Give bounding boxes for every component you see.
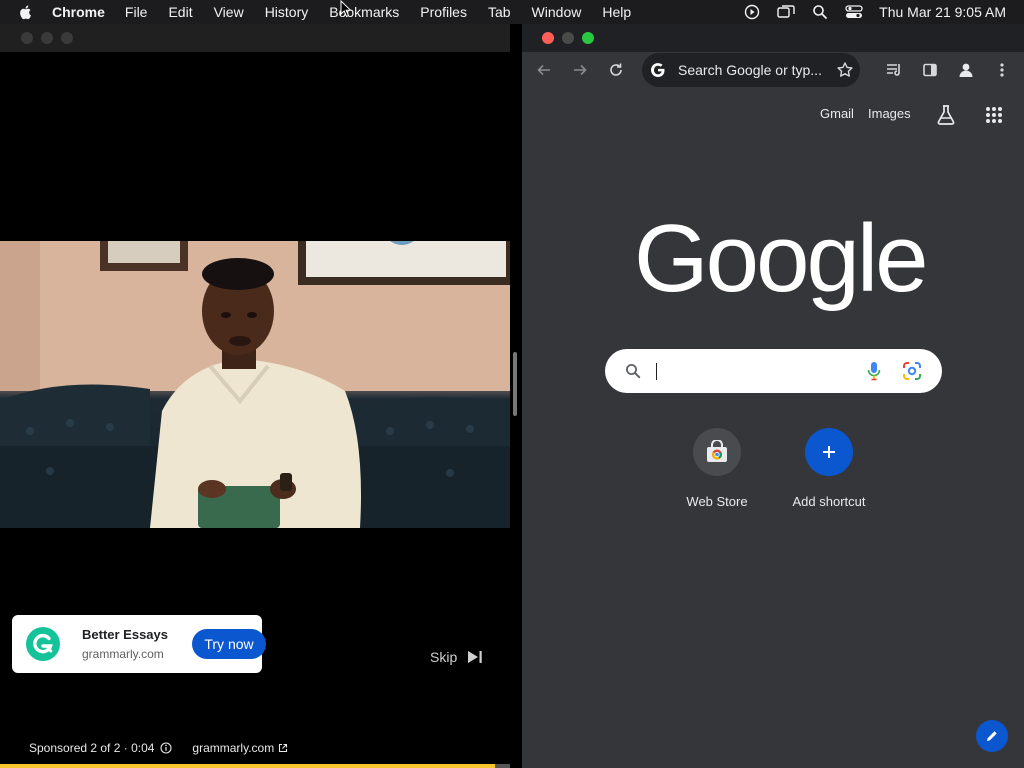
shortcut-add[interactable]: Add shortcut — [779, 428, 879, 509]
macos-menu-bar: Chrome File Edit View History Bookmarks … — [0, 0, 1024, 24]
profile-avatar-icon — [959, 63, 973, 77]
bookmark-star-icon[interactable] — [836, 61, 854, 79]
google-lens-icon[interactable] — [902, 361, 922, 381]
menu-window[interactable]: Window — [532, 4, 582, 20]
external-link-icon[interactable] — [278, 743, 288, 753]
shortcut-label: Add shortcut — [792, 494, 866, 509]
omnibox[interactable]: Search Google or typ... — [642, 53, 860, 87]
reload-button[interactable] — [606, 60, 626, 80]
menu-bar-clock[interactable]: Thu Mar 21 9:05 AM — [879, 4, 1006, 20]
menu-history[interactable]: History — [265, 4, 309, 20]
screen-record-icon[interactable] — [743, 3, 761, 21]
customize-chrome-button[interactable] — [976, 720, 1008, 752]
plus-icon — [805, 428, 853, 476]
search-icon — [626, 364, 641, 379]
ad-progress-bar[interactable] — [0, 764, 510, 768]
forward-arrow-icon — [574, 64, 587, 76]
text-caret — [656, 363, 657, 380]
left-window-titlebar — [0, 24, 510, 52]
chrome-window: Search Google or typ... Gmail Images Goo… — [522, 24, 1024, 768]
chrome-tab-strip — [522, 24, 1024, 52]
window-close-button-inactive[interactable] — [21, 32, 33, 44]
omnibox-placeholder: Search Google or typ... — [678, 62, 822, 78]
chrome-web-store-icon — [693, 428, 741, 476]
ad-sponsored-text: Sponsored 2 of 2 · 0:04 — [29, 741, 155, 755]
chrome-labs-icon[interactable] — [935, 104, 957, 131]
ad-advertiser-card[interactable]: Better Essays grammarly.com Try now — [12, 615, 266, 673]
window-minimize-button-inactive[interactable] — [41, 32, 53, 44]
forward-button[interactable] — [570, 60, 590, 80]
shortcut-web-store[interactable]: Web Store — [667, 428, 767, 509]
mouse-pointer-icon — [340, 0, 352, 18]
split-view-resize-handle[interactable] — [513, 352, 517, 416]
menu-edit[interactable]: Edit — [168, 4, 192, 20]
back-arrow-icon — [537, 64, 550, 76]
pencil-icon — [987, 730, 998, 741]
window-minimize-button[interactable] — [562, 32, 574, 44]
ad-progress-fill — [0, 764, 495, 768]
reload-icon — [610, 63, 622, 76]
chrome-menu-button[interactable] — [992, 60, 1012, 80]
reading-list-icon — [887, 64, 900, 76]
side-panel-icon — [923, 63, 937, 77]
profile-button[interactable] — [956, 60, 976, 80]
screen-mirroring-icon[interactable] — [777, 3, 795, 21]
ad-advertiser-title: Better Essays — [82, 627, 168, 642]
menu-view[interactable]: View — [214, 4, 244, 20]
menu-profiles[interactable]: Profiles — [420, 4, 467, 20]
ntp-search-box[interactable] — [605, 349, 942, 393]
google-g-icon — [651, 63, 665, 78]
shortcut-label: Web Store — [686, 494, 748, 509]
side-panel-button[interactable] — [920, 60, 940, 80]
reading-list-button[interactable] — [884, 60, 904, 80]
menu-help[interactable]: Help — [602, 4, 631, 20]
google-logo: Google — [634, 205, 929, 312]
gmail-link[interactable]: Gmail — [820, 106, 854, 124]
window-zoom-button-inactive[interactable] — [61, 32, 73, 44]
google-apps-icon[interactable] — [985, 106, 1003, 129]
video-player-window: Better Essays grammarly.com Try now Skip… — [0, 24, 512, 768]
window-zoom-button[interactable] — [582, 32, 594, 44]
menu-bar-status-area: Thu Mar 21 9:05 AM — [727, 0, 1006, 24]
chrome-toolbar: Search Google or typ... — [522, 52, 1024, 88]
ad-sponsored-info: Sponsored 2 of 2 · 0:04 grammarly.com — [29, 740, 288, 756]
ad-info-icon[interactable] — [160, 742, 172, 754]
skip-next-icon — [468, 651, 482, 663]
menu-app-name[interactable]: Chrome — [52, 4, 105, 20]
skip-ad-button[interactable]: Skip — [430, 647, 483, 667]
skip-ad-label: Skip — [430, 649, 458, 665]
grammarly-logo-icon — [22, 623, 64, 665]
ad-try-now-button[interactable]: Try now — [192, 629, 266, 659]
window-close-button[interactable] — [542, 32, 554, 44]
ad-sponsor-link[interactable]: grammarly.com — [192, 741, 274, 755]
ad-advertiser-domain: grammarly.com — [82, 647, 164, 661]
menu-tab[interactable]: Tab — [488, 4, 511, 20]
video-frame[interactable] — [0, 241, 510, 528]
back-button[interactable] — [534, 60, 554, 80]
control-center-icon[interactable] — [845, 3, 863, 21]
apple-menu-icon[interactable] — [18, 4, 34, 20]
images-link[interactable]: Images — [868, 106, 911, 124]
menu-file[interactable]: File — [125, 4, 148, 20]
spotlight-search-icon[interactable] — [811, 3, 829, 21]
three-dot-menu-icon — [1000, 63, 1004, 77]
video-scene-illustration — [0, 241, 510, 528]
voice-search-icon[interactable] — [867, 361, 881, 381]
